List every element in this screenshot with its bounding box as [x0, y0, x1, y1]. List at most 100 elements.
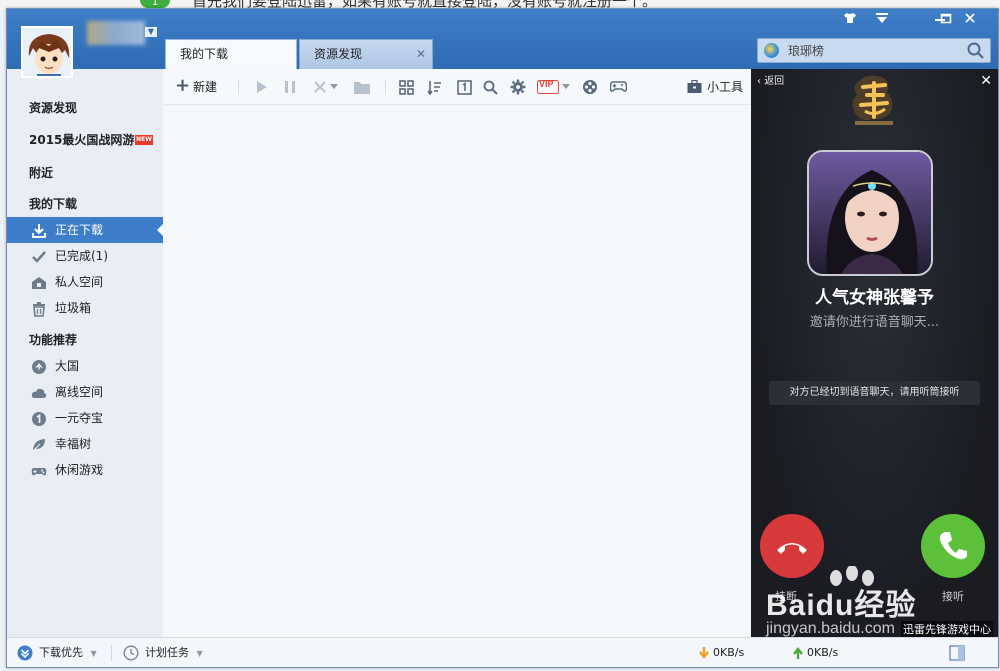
sidebar-item-label: 休闲游戏 — [55, 463, 104, 477]
hang-up-icon — [777, 543, 807, 554]
page-number-icon[interactable] — [455, 78, 473, 96]
skin-icon[interactable] — [839, 11, 861, 29]
sort-icon[interactable] — [425, 78, 443, 96]
scheduled-task-button[interactable]: 计划任务 ▼ — [123, 645, 203, 661]
sidebar-item-downloading[interactable]: 正在下载 — [7, 217, 164, 243]
start-icon[interactable] — [253, 78, 271, 96]
upload-arrow-icon — [793, 647, 803, 664]
status-bar: 下载优先 ▼ 计划任务 ▼ 0KB/s 0KB/s — [7, 637, 998, 667]
download-arrow-icon — [699, 647, 709, 664]
sidebar-item-label: 幸福树 — [55, 437, 92, 451]
search-box[interactable] — [757, 38, 991, 63]
tab-label: 我的下载 — [180, 47, 229, 61]
grid-view-icon[interactable] — [397, 78, 415, 96]
sidebar-item-daguo[interactable]: 大国 — [7, 353, 163, 379]
delete-dropdown-icon[interactable] — [329, 78, 339, 96]
small-tools-button[interactable]: 小工具 — [687, 78, 743, 96]
chevron-down-icon: ▼ — [90, 649, 97, 658]
sidebar-item-label: 一元夺宝 — [55, 411, 104, 425]
gamepad-icon — [31, 462, 47, 478]
sidebar-item-completed[interactable]: 已完成(1) — [7, 243, 163, 269]
ad-back-label: 返回 — [764, 76, 785, 87]
sidebar-item-nearby[interactable]: 附近 — [7, 160, 163, 186]
sidebar-item-private-space[interactable]: 私人空间 — [7, 269, 163, 295]
chevron-down-icon: ▼ — [196, 649, 203, 658]
sidebar-item-game-promo[interactable]: 2015最火国战网游 NEW — [7, 127, 163, 153]
download-icon — [31, 222, 47, 238]
download-speed: 0KB/s — [699, 645, 744, 661]
sidebar-section-label: 功能推荐 — [29, 333, 78, 347]
download-speed-value: 0KB/s — [713, 646, 745, 659]
upload-speed: 0KB/s — [793, 645, 838, 661]
chevron-left-icon: ‹ — [757, 76, 761, 87]
lock-icon — [31, 274, 47, 290]
toolbar: + 新建 VIP 小工具 — [163, 69, 751, 105]
game-globe-icon — [31, 358, 47, 374]
sidebar-item-label: 资源发现 — [29, 101, 78, 115]
small-tools-label: 小工具 — [707, 80, 744, 94]
ad-subtitle: 邀请你进行语音聊天... — [809, 315, 940, 330]
sidebar-item-trash[interactable]: 垃圾箱 — [7, 295, 163, 321]
user-avatar[interactable] — [21, 26, 73, 78]
accept-call-button[interactable] — [921, 514, 985, 578]
ad-back-button[interactable]: ‹ 返回 — [757, 75, 784, 89]
settings-gear-icon[interactable] — [509, 78, 527, 96]
decline-call-button[interactable] — [760, 514, 824, 578]
sidebar-item-label: 附近 — [29, 166, 54, 180]
title-bar[interactable]: ▼ 我的下载 资源发现 ✕ — [7, 9, 998, 78]
trash-icon — [31, 300, 47, 317]
download-list-area[interactable] — [163, 106, 751, 637]
gamepad-icon[interactable] — [609, 78, 627, 96]
pause-icon[interactable] — [281, 78, 299, 96]
tab-resource-discovery[interactable]: 资源发现 ✕ — [299, 39, 433, 69]
film-reel-icon[interactable] — [581, 78, 599, 96]
panel-toggle-icon[interactable] — [949, 645, 965, 661]
sidebar-item-label: 已完成(1) — [55, 249, 108, 263]
main-menu-icon[interactable] — [871, 11, 893, 29]
new-task-label: 新建 — [193, 80, 218, 94]
close-window-icon[interactable] — [959, 11, 981, 29]
tab-my-downloads[interactable]: 我的下载 — [165, 39, 297, 69]
priority-label: 下载优先 — [39, 646, 83, 659]
decline-label: 挂断 — [775, 590, 797, 603]
sidebar-item-resource-discovery[interactable]: 资源发现 — [7, 95, 163, 121]
tab-label: 资源发现 — [314, 47, 363, 61]
sidebar-item-label: 私人空间 — [55, 275, 104, 289]
delete-icon[interactable] — [311, 78, 329, 96]
search-input[interactable] — [788, 42, 958, 59]
folder-icon[interactable] — [353, 78, 371, 96]
search-engine-logo-icon — [764, 43, 779, 58]
vip-icon[interactable]: VIP — [537, 78, 559, 96]
close-icon[interactable]: ✕ — [416, 40, 426, 68]
sidebar-item-happy-tree[interactable]: 幸福树 — [7, 431, 163, 457]
game-logo — [841, 71, 907, 131]
sidebar-item-offline-space[interactable]: 离线空间 — [7, 379, 163, 405]
search-tasks-icon[interactable] — [481, 78, 499, 96]
new-task-button[interactable]: + 新建 — [175, 75, 218, 96]
sidebar-item-casual-games[interactable]: 休闲游戏 — [7, 457, 163, 483]
status-divider — [111, 645, 112, 661]
download-priority-button[interactable]: 下载优先 ▼ — [17, 645, 97, 661]
search-icon[interactable] — [966, 41, 986, 60]
sidebar-item-one-yuan[interactable]: 一元夺宝 — [7, 405, 163, 431]
username-blurred[interactable] — [87, 21, 145, 45]
schedule-label: 计划任务 — [145, 646, 189, 659]
toolbar-divider — [385, 80, 386, 94]
upload-speed-value: 0KB/s — [807, 646, 839, 659]
cloud-icon — [31, 384, 47, 400]
plus-icon: + — [175, 75, 191, 96]
maximize-icon[interactable] — [935, 11, 957, 29]
clock-icon — [123, 645, 139, 666]
checkmark-icon — [31, 248, 47, 264]
user-menu-dropdown-icon[interactable]: ▼ — [145, 27, 157, 37]
ad-notice: 对方已经切到语音聊天，请用听筒接听 — [769, 381, 980, 405]
toolbox-icon — [687, 79, 702, 94]
sidebar-section-my-downloads[interactable]: 我的下载 — [7, 191, 163, 217]
sidebar-item-label: 正在下载 — [55, 223, 104, 237]
sidebar-item-label: 垃圾箱 — [55, 301, 92, 315]
step-number-badge: 1 — [140, 0, 170, 8]
sidebar-section-recommended: 功能推荐 — [7, 327, 163, 353]
vip-dropdown-icon[interactable] — [561, 78, 571, 96]
accept-label: 接听 — [942, 590, 964, 603]
close-icon[interactable]: ✕ — [980, 73, 992, 89]
